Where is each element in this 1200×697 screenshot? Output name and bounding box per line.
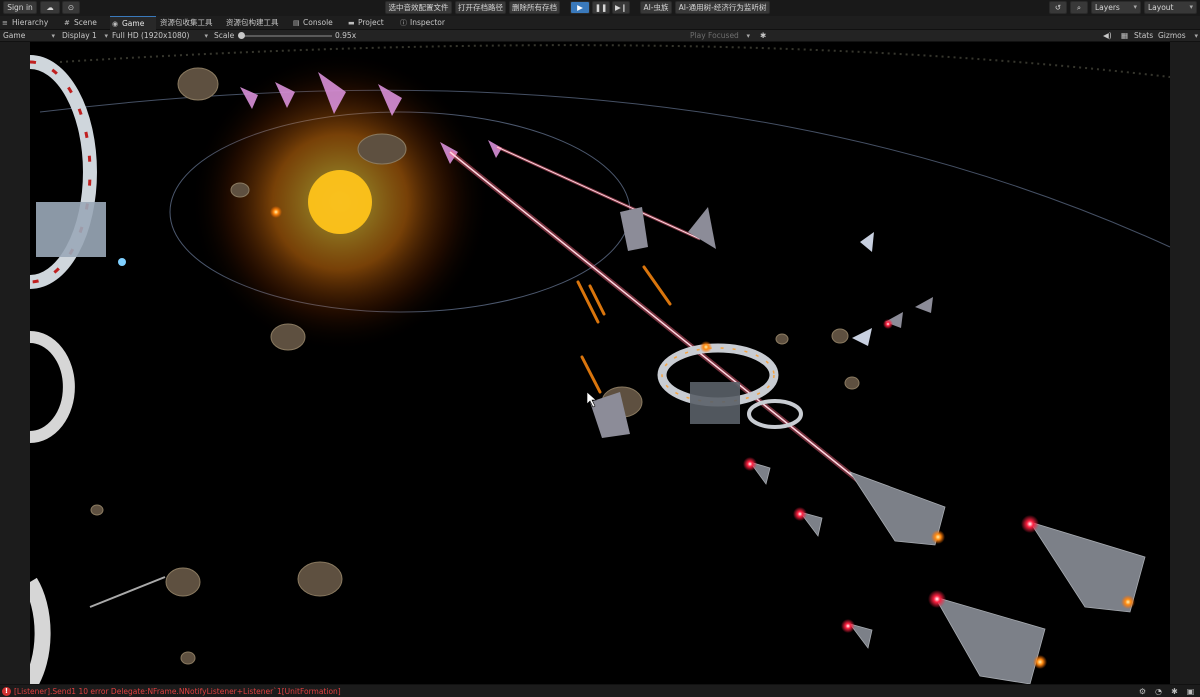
ai-behavior-tree-button[interactable]: AI-通用树-经济行为监听树 — [675, 1, 770, 14]
scale-label: Scale — [214, 31, 235, 40]
game-view-toolbar: Game Display 1 Full HD (1920x1080) Scale… — [0, 30, 1200, 42]
tab-inspector[interactable]: ⓘ Inspector — [398, 16, 454, 30]
search-icon[interactable]: ⌕ — [1070, 1, 1088, 14]
editor-tab-bar: ≡ Hierarchy # Scene ◉ Game 资源包收集工具 资源包构建工具 … — [0, 16, 1200, 30]
tab-hierarchy[interactable]: ≡ Hierarchy — [0, 16, 60, 30]
bug-icon[interactable]: ✱ — [760, 30, 766, 42]
status-bar: ! [Listener].Send1 10 error Delegate:NFr… — [0, 684, 1200, 697]
viewport-letterbox-right — [1170, 42, 1200, 684]
space-station-left — [23, 55, 166, 684]
layout-dropdown[interactable]: Layout — [1144, 1, 1197, 14]
scale-slider-track[interactable] — [240, 35, 332, 37]
stats-button[interactable]: Stats — [1134, 30, 1153, 42]
resolution-dropdown[interactable]: Full HD (1920x1080) — [112, 30, 208, 42]
sign-in-button[interactable]: Sign in — [3, 1, 37, 14]
play-focused-dropdown[interactable]: Play Focused — [690, 30, 750, 42]
stats-icon[interactable]: ▦ — [1121, 30, 1128, 42]
layers-label: Layers — [1095, 3, 1120, 12]
player-fleet — [748, 461, 1146, 684]
notification-icon[interactable]: ▣ — [1185, 686, 1196, 697]
tab-console-label: Console — [303, 18, 333, 27]
open-save-path-button[interactable]: 打开存档路径 — [455, 1, 506, 14]
game-icon: ◉ — [112, 20, 119, 28]
tab-scene[interactable]: # Scene — [62, 16, 108, 30]
layers-dropdown[interactable]: Layers — [1091, 1, 1141, 14]
scale-slider-handle[interactable] — [238, 32, 245, 39]
tab-asset-collect-label: 资源包收集工具 — [160, 18, 213, 27]
resolution-label: Full HD (1920x1080) — [112, 31, 190, 40]
progress-icon[interactable]: ◔ — [1153, 686, 1164, 697]
debug-icon[interactable]: ✱ — [1169, 686, 1180, 697]
collab-icon[interactable]: ⊙ — [62, 1, 80, 14]
laser-beam-2 — [496, 146, 701, 240]
display-dropdown[interactable]: Display 1 — [62, 30, 108, 42]
scale-value: 0.95x — [335, 31, 357, 40]
scene-icon: # — [64, 19, 70, 27]
tab-hierarchy-label: Hierarchy — [12, 18, 49, 27]
hierarchy-icon: ≡ — [2, 19, 8, 27]
missile-trails — [576, 265, 672, 394]
step-icon[interactable]: ▶❙ — [612, 1, 630, 14]
view-mode-label: Game — [3, 31, 26, 40]
console-icon: ▤ — [293, 19, 300, 27]
main-toolbar: Sign in ☁ ⊙ 选中音效配置文件 打开存档路径 删除所有存档 ▶ ❚❚ … — [0, 0, 1200, 15]
tab-project-label: Project — [358, 18, 384, 27]
tab-scene-label: Scene — [74, 18, 97, 27]
space-battle-scene — [23, 44, 1171, 684]
audio-icon[interactable]: ◀) — [1103, 30, 1112, 42]
info-icon: ⓘ — [400, 19, 407, 27]
viewport-letterbox-left — [0, 42, 30, 684]
pause-icon[interactable]: ❚❚ — [592, 1, 610, 14]
history-icon[interactable]: ↺ — [1049, 1, 1067, 14]
tab-asset-collect-tool[interactable]: 资源包收集工具 — [148, 16, 218, 30]
play-icon[interactable]: ▶ — [570, 1, 590, 14]
tab-game-label: Game — [122, 19, 145, 28]
tab-asset-build-label: 资源包构建工具 — [226, 18, 279, 27]
layout-label: Layout — [1148, 3, 1174, 12]
game-viewport[interactable] — [0, 42, 1200, 684]
select-effects-config-button[interactable]: 选中音效配置文件 — [385, 1, 452, 14]
delete-all-saves-button[interactable]: 删除所有存档 — [509, 1, 560, 14]
cloud-icon[interactable]: ☁ — [40, 1, 60, 14]
tab-inspector-label: Inspector — [410, 18, 445, 27]
error-icon: ! — [2, 687, 11, 696]
asteroid-belt — [59, 44, 1171, 78]
hub-icon[interactable]: ⚙ — [1137, 686, 1148, 697]
sun — [308, 170, 372, 234]
gizmos-dropdown[interactable]: Gizmos — [1158, 30, 1198, 42]
console-error-message[interactable]: [Listener].Send1 10 error Delegate:NFram… — [14, 685, 341, 697]
tab-project[interactable]: ▬ Project — [346, 16, 396, 30]
folder-icon: ▬ — [348, 19, 355, 27]
tab-asset-build-tool[interactable]: 资源包构建工具 — [214, 16, 284, 30]
display-label: Display 1 — [62, 31, 97, 40]
laser-beam — [449, 151, 861, 483]
play-focused-label: Play Focused — [690, 31, 739, 40]
ai-bug-button[interactable]: AI-虫族 — [640, 1, 672, 14]
gizmos-label: Gizmos — [1158, 31, 1186, 40]
tab-console[interactable]: ▤ Console — [291, 16, 343, 30]
view-mode-dropdown[interactable]: Game — [3, 30, 55, 42]
